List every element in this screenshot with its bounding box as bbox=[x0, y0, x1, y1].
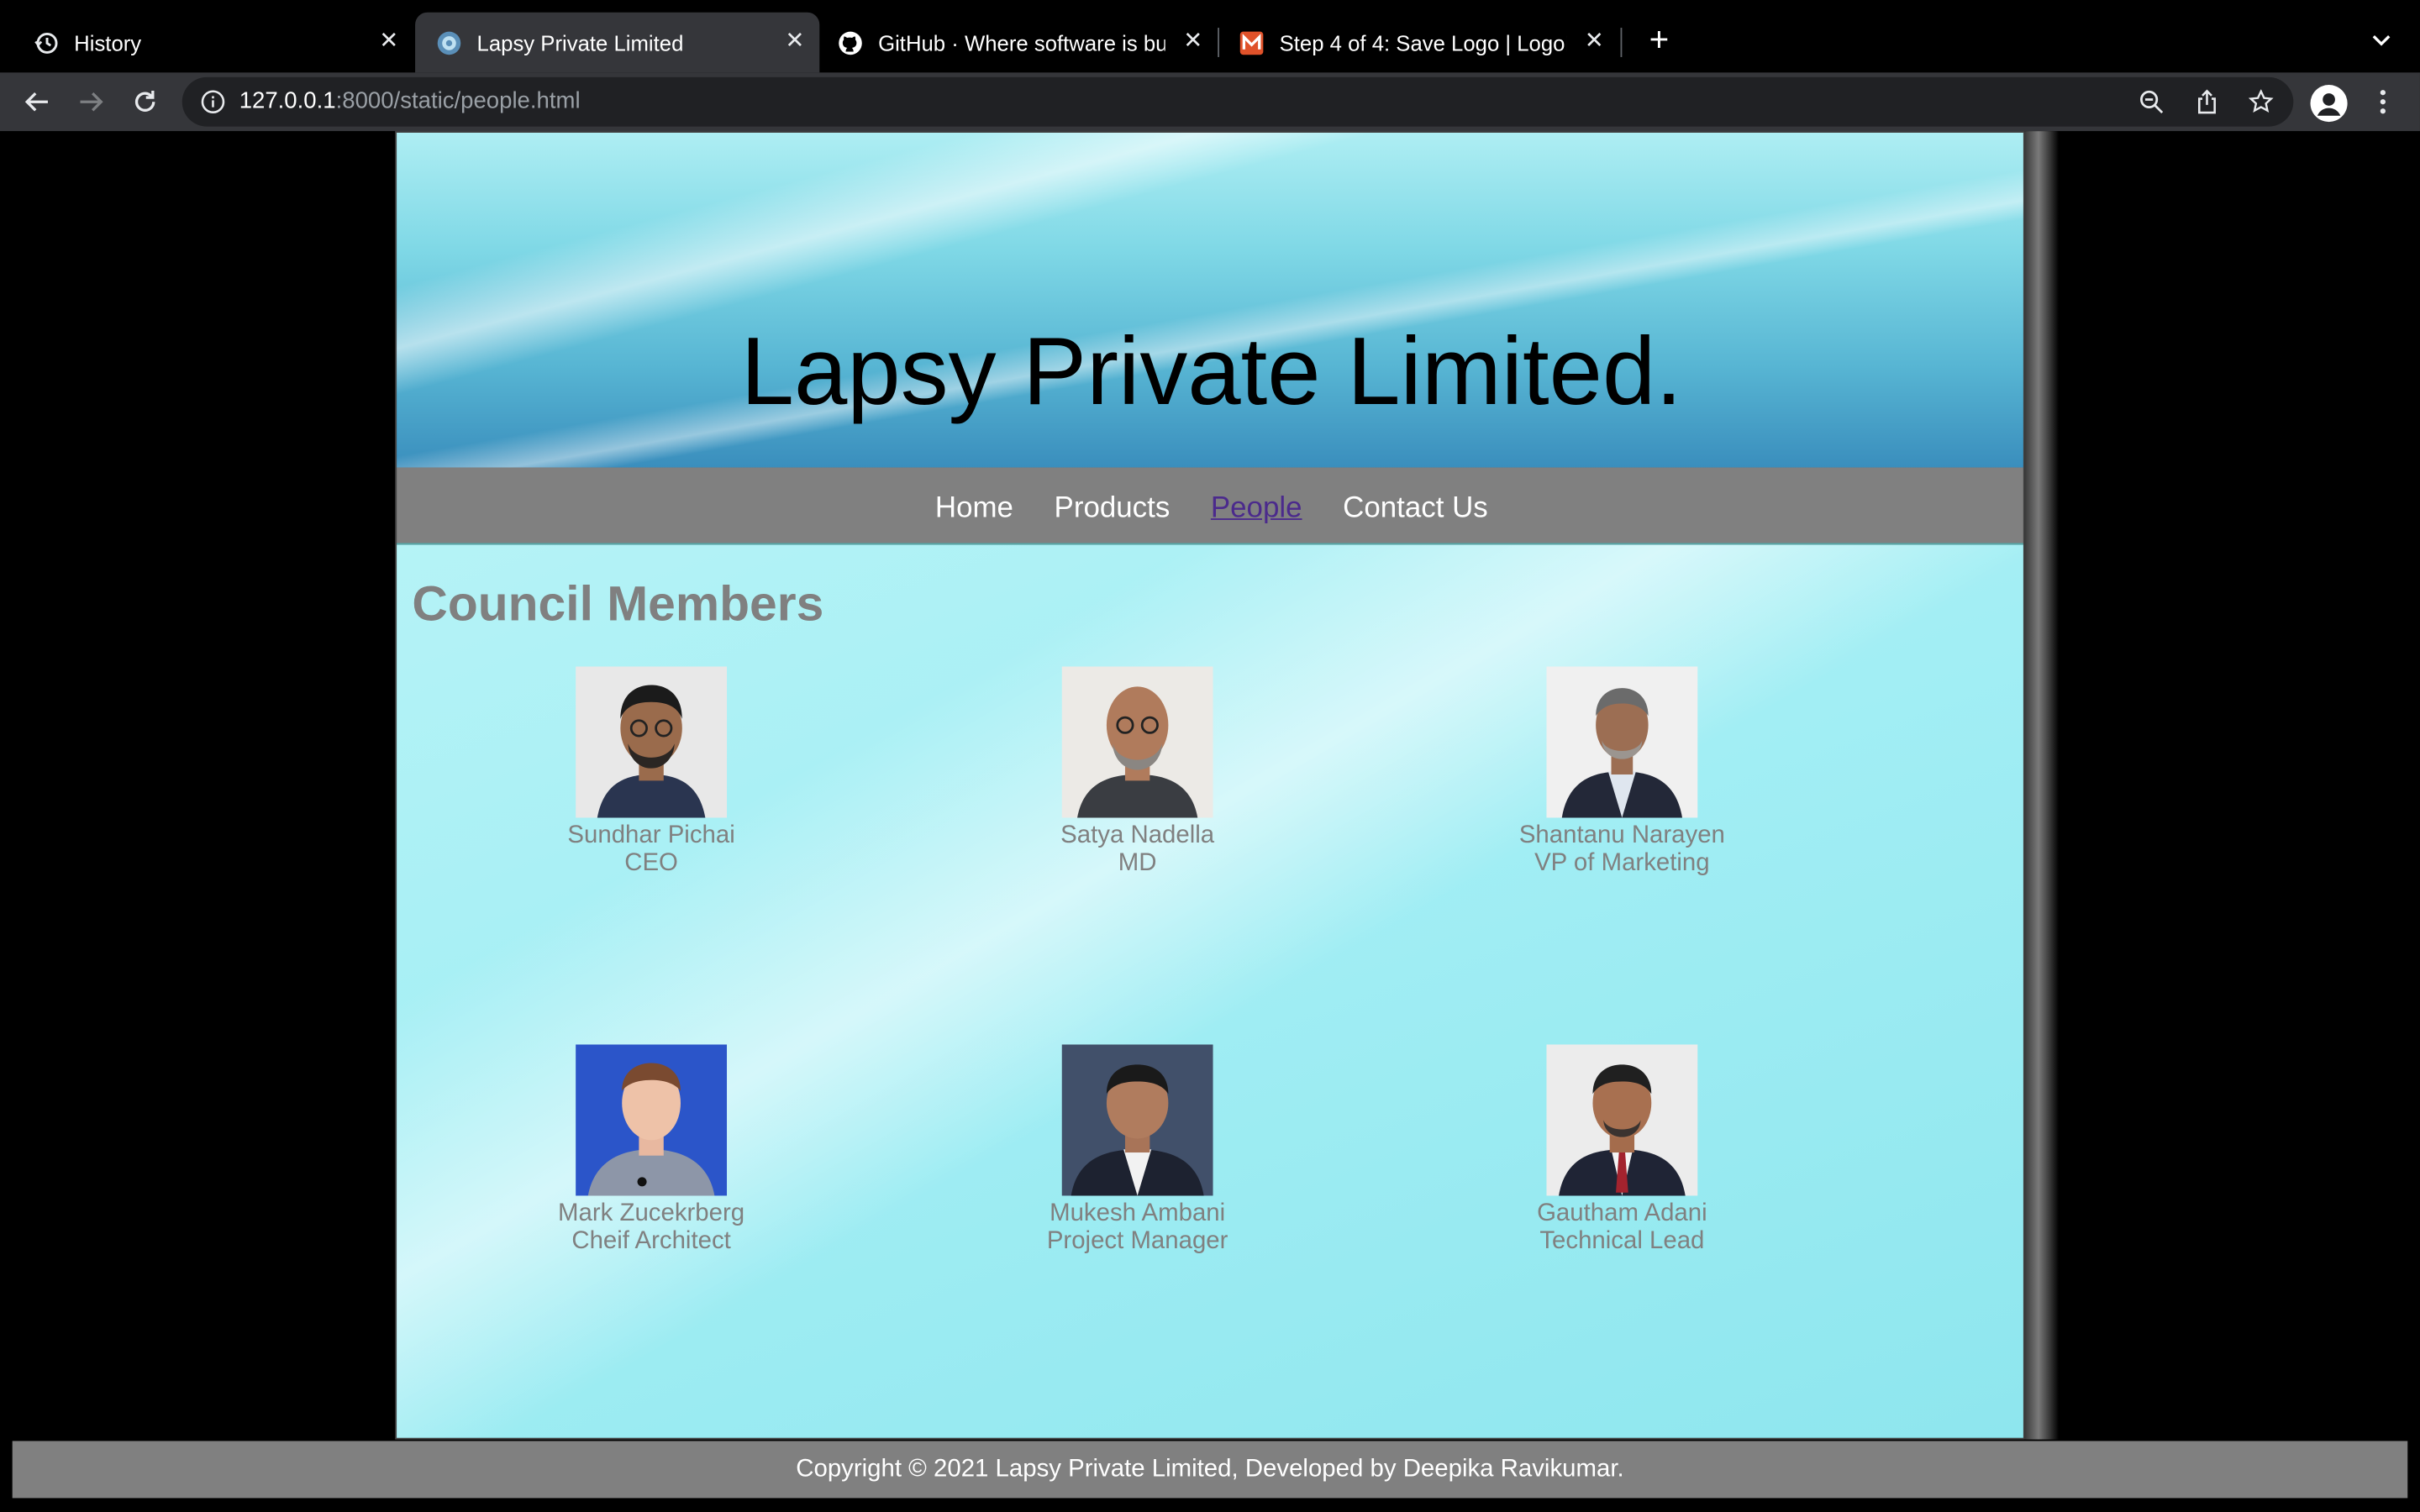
new-tab-button[interactable]: + bbox=[1642, 23, 1676, 57]
github-icon bbox=[838, 30, 862, 55]
member-name: Satya Nadella bbox=[1060, 822, 1215, 849]
mark-zucekrberg-photo bbox=[576, 1044, 728, 1196]
shantanu-narayen-photo bbox=[1546, 666, 1698, 818]
member-card: Mukesh Ambani Project Manager bbox=[983, 1044, 1292, 1256]
tab-github[interactable]: GitHub · Where software is buil ✕ bbox=[817, 13, 1218, 73]
reload-icon bbox=[134, 90, 155, 112]
more-menu-icon[interactable] bbox=[2370, 88, 2395, 116]
address-bar[interactable]: 127.0.0.1:8000/static/people.html bbox=[182, 76, 2294, 127]
arrow-left-icon bbox=[24, 92, 48, 112]
info-icon[interactable] bbox=[201, 90, 225, 114]
member-card: Shantanu Narayen VP of Marketing bbox=[1468, 666, 1776, 878]
nav-contact-link[interactable]: Contact Us bbox=[1343, 468, 1488, 549]
zoom-icon[interactable] bbox=[2139, 90, 2164, 114]
arrow-right-icon bbox=[80, 92, 103, 112]
mukesh-ambani-photo bbox=[1061, 1044, 1213, 1196]
member-name: Gautham Adani bbox=[1537, 1200, 1707, 1227]
member-role: MD bbox=[1118, 850, 1157, 877]
member-card: Sundhar Pichai CEO bbox=[497, 666, 805, 878]
member-role: CEO bbox=[624, 850, 678, 877]
member-card: Gautham Adani Technical Lead bbox=[1468, 1044, 1776, 1256]
member-name: Shantanu Narayen bbox=[1518, 822, 1725, 849]
nav-people-link[interactable]: People bbox=[1211, 468, 1302, 549]
page-side-shadow bbox=[2024, 131, 2060, 1440]
member-role: Project Manager bbox=[1046, 1228, 1228, 1255]
site-title: Lapsy Private Limited. bbox=[740, 319, 1682, 426]
url-host: 127.0.0.1 bbox=[239, 87, 336, 114]
url-text[interactable]: 127.0.0.1:8000/static/people.html bbox=[239, 88, 581, 114]
close-icon[interactable]: ✕ bbox=[1582, 29, 1607, 54]
person-icon bbox=[2317, 93, 2341, 116]
member-name: Mukesh Ambani bbox=[1050, 1200, 1226, 1227]
page-heading: Council Members bbox=[412, 575, 824, 632]
close-icon[interactable]: ✕ bbox=[1181, 29, 1205, 54]
reload-button[interactable] bbox=[129, 87, 160, 118]
browser-toolbar: 127.0.0.1:8000/static/people.html bbox=[0, 72, 2420, 132]
sundhar-pichai-photo bbox=[576, 666, 728, 818]
chevron-down-icon[interactable] bbox=[2367, 26, 2395, 54]
nav-products-link[interactable]: Products bbox=[1055, 468, 1171, 549]
member-role: VP of Marketing bbox=[1534, 850, 1710, 877]
close-icon[interactable]: ✕ bbox=[782, 29, 807, 54]
forward-button[interactable] bbox=[76, 87, 107, 118]
site-banner: Lapsy Private Limited. bbox=[397, 132, 2023, 468]
history-icon bbox=[34, 30, 58, 55]
main-nav: Home Products People Contact Us bbox=[397, 467, 2023, 543]
back-button[interactable] bbox=[22, 87, 53, 118]
tab-title: Lapsy Private Limited bbox=[476, 29, 684, 55]
nav-home-link[interactable]: Home bbox=[935, 468, 1013, 549]
tab-separator bbox=[1620, 28, 1623, 57]
gautham-adani-photo bbox=[1546, 1044, 1698, 1196]
site-footer: Copyright © 2021 Lapsy Private Limited, … bbox=[12, 1441, 2408, 1499]
site-favicon-icon bbox=[437, 30, 461, 55]
bookmark-star-icon[interactable] bbox=[2248, 88, 2274, 114]
member-role: Cheif Architect bbox=[571, 1228, 731, 1255]
profile-avatar[interactable] bbox=[2310, 85, 2348, 123]
tab-history[interactable]: History ✕ bbox=[13, 13, 414, 73]
logomaker-icon bbox=[1239, 30, 1264, 55]
satya-nadella-photo bbox=[1061, 666, 1213, 818]
site-container: Lapsy Private Limited. Home Products Peo… bbox=[395, 131, 2025, 1440]
tab-title: Step 4 of 4: Save Logo | LogoM bbox=[1279, 29, 1567, 55]
people-content: Council Members Sundhar Pichai CEO Satya… bbox=[397, 543, 2023, 1438]
url-path: :8000/static/people.html bbox=[335, 87, 581, 114]
member-name: Mark Zucekrberg bbox=[558, 1200, 745, 1227]
tab-title: History bbox=[74, 29, 142, 55]
tab-title: GitHub · Where software is buil bbox=[878, 29, 1165, 55]
member-name: Sundhar Pichai bbox=[567, 822, 735, 849]
page-viewport: Lapsy Private Limited. Home Products Peo… bbox=[0, 131, 2420, 1512]
close-icon[interactable]: ✕ bbox=[376, 29, 401, 54]
share-icon[interactable] bbox=[2195, 89, 2219, 114]
tab-logomaker[interactable]: Step 4 of 4: Save Logo | LogoM ✕ bbox=[1218, 13, 1619, 73]
member-card: Satya Nadella MD bbox=[983, 666, 1292, 878]
member-role: Technical Lead bbox=[1539, 1228, 1705, 1255]
tab-strip: History ✕ Lapsy Private Limited ✕ GitHub… bbox=[0, 0, 2420, 73]
tab-lapsy[interactable]: Lapsy Private Limited ✕ bbox=[415, 12, 820, 73]
member-card: Mark Zucekrberg Cheif Architect bbox=[497, 1044, 805, 1256]
